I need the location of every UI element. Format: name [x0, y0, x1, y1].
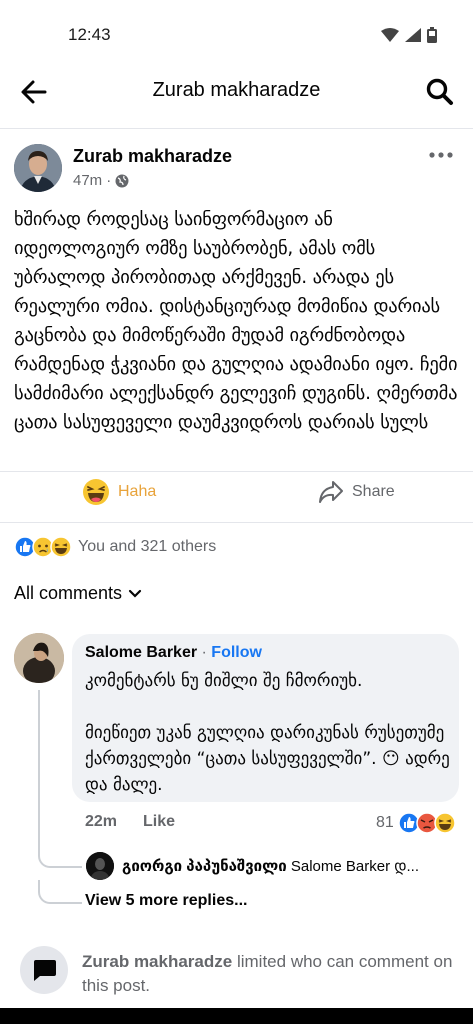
post-meta: 47m · [73, 172, 129, 189]
comment-author[interactable]: Salome Barker [85, 644, 197, 661]
comment-reactions[interactable]: 81 [376, 812, 456, 834]
search-button[interactable] [424, 76, 456, 108]
signal-icon [405, 28, 421, 42]
meta-separator: · [106, 172, 112, 189]
system-nav-bar [0, 1008, 473, 1024]
more-icon [429, 152, 453, 158]
status-icons [381, 27, 437, 43]
share-icon [319, 481, 343, 503]
footer-name: Zurab makharadze [82, 952, 233, 971]
battery-icon [427, 27, 437, 43]
globe-icon [115, 174, 129, 187]
thread-line [38, 690, 40, 854]
comment-separator: · [201, 644, 207, 661]
comment-avatar[interactable] [14, 633, 64, 683]
haha-icon [83, 479, 109, 505]
avatar-image [14, 633, 64, 683]
search-icon [426, 78, 453, 105]
post-time[interactable]: 47m [73, 172, 102, 189]
haha-reaction-button[interactable]: Haha [82, 478, 156, 506]
reply-author: გიორგი პაპუნაშვილი [122, 858, 287, 875]
post-author[interactable]: Zurab makharadze [73, 146, 232, 167]
share-button[interactable]: Share [318, 480, 395, 504]
haha-reaction-icon [50, 536, 72, 558]
reply-preview[interactable]: გიორგი პაპუნაშვილი Salome Barker დ... [122, 857, 462, 875]
more-options-button[interactable] [428, 145, 454, 165]
divider [0, 471, 473, 472]
follow-button[interactable]: Follow [211, 644, 262, 661]
share-label: Share [352, 483, 395, 500]
chat-bubble-icon [34, 960, 56, 981]
comment-limit-text: Zurab makharadze limited who can comment… [82, 950, 462, 998]
comment-text: კომენტარს ნუ მიშლი შე ჩმორიუხ. მიეწიეთ უ… [85, 668, 450, 798]
status-time: 12:43 [68, 25, 111, 44]
comments-filter-label: All comments [14, 583, 123, 603]
thread-branch [38, 880, 82, 904]
comment-time: 22m [85, 813, 118, 830]
wifi-icon [381, 28, 399, 42]
comments-filter[interactable]: All comments [14, 583, 142, 604]
divider [0, 128, 473, 129]
chat-icon-circle [20, 946, 68, 994]
avatar-image [14, 144, 62, 192]
post-text: ხშირად როდესაც საინფორმაციო ან იდეოლოგიუ… [14, 209, 458, 433]
avatar-image [86, 852, 114, 880]
reactions-summary[interactable]: You and 321 others [14, 536, 216, 558]
reply-avatar[interactable] [86, 852, 114, 880]
comment-like-button[interactable]: Like [143, 813, 175, 831]
reply-text: Salome Barker დ... [290, 858, 420, 875]
chevron-down-icon [128, 589, 142, 598]
haha-label: Haha [118, 483, 157, 500]
comment-author-line: Salome Barker · Follow [85, 644, 262, 662]
author-avatar[interactable] [14, 144, 62, 192]
comment-line-1: კომენტარს ნუ მიშლი შე ჩმორიუხ. [85, 671, 363, 691]
view-more-replies-button[interactable]: View 5 more replies... [85, 892, 247, 910]
comment-line-2: მიეწიეთ უკან გულღია დარიკუნას რუსეთუმე ქ… [85, 723, 450, 795]
thread-branch [38, 852, 82, 868]
comment-reaction-count: 81 [376, 814, 394, 831]
reactions-text: You and 321 others [78, 538, 217, 555]
divider [0, 522, 473, 523]
haha-reaction-icon [434, 812, 456, 834]
page-title: Zurab makharadze [152, 79, 321, 101]
